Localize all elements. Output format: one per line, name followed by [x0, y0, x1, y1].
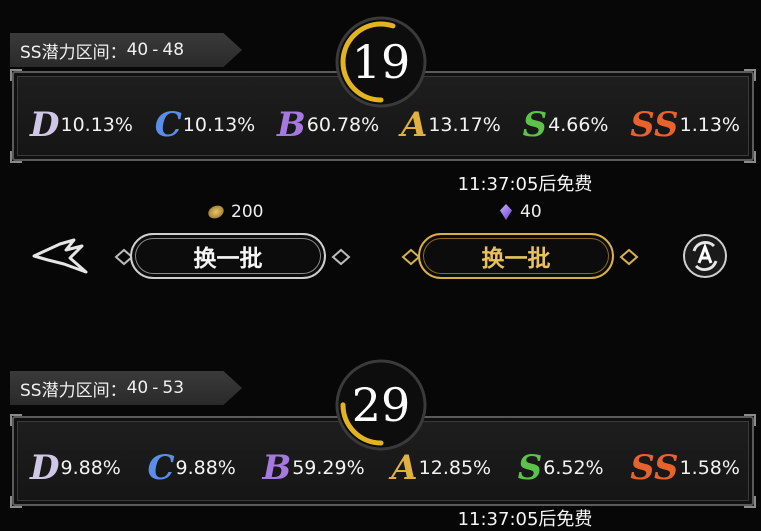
premium-refresh-button[interactable]: 换一批 [418, 233, 614, 279]
rate-c: C 9.88% [147, 451, 235, 485]
gem-cost: 40 [500, 202, 542, 222]
frame-corner [10, 496, 22, 508]
level-number: 29 [351, 378, 411, 432]
range-high: 53 [162, 378, 185, 398]
grade-s-icon: S [522, 105, 548, 145]
potential-panel-1: SS潜力区间： 40 - 48 19 D 10.13% C 10.13% B 60.7… [0, 0, 761, 165]
grade-c-icon: C [154, 105, 182, 145]
range-low: 40 [126, 378, 149, 398]
grade-c-icon: C [147, 448, 175, 488]
level-badge: 19 [333, 14, 429, 110]
range-low: 40 [126, 40, 149, 60]
grade-rates: D 9.88% C 9.88% B 59.29% A 12.85% S 6.52% SS 1… [30, 443, 740, 493]
range-sep: - [152, 378, 159, 398]
ss-range-tag: SS潜力区间： 40 - 48 [10, 33, 242, 67]
range-sep: - [152, 40, 159, 60]
rate-a-pct: 13.17% [428, 114, 501, 136]
grade-a-icon: A [391, 448, 418, 488]
frame-corner [744, 69, 756, 81]
frame-corner [744, 414, 756, 426]
rate-b: B 59.29% [262, 451, 364, 485]
rate-s: S 4.66% [523, 108, 609, 142]
rate-b: B 60.78% [277, 108, 379, 142]
rate-b-pct: 60.78% [306, 114, 380, 136]
grade-s-icon: S [517, 448, 543, 488]
potential-panel-2: SS潜力区间： 40 - 53 29 D 9.88% C 9.88% B 59.29%… [0, 345, 761, 514]
rate-ss-pct: 1.58% [679, 457, 740, 479]
frame-corner [10, 69, 22, 81]
grade-ss-icon: SS [630, 105, 679, 145]
range-label: SS潜力区间： [20, 380, 127, 401]
rate-s-pct: 6.52% [543, 457, 604, 479]
rate-d: D 10.13% [30, 108, 133, 142]
purple-gem-icon [500, 204, 512, 220]
back-arrow-icon[interactable] [30, 236, 90, 276]
rate-c-pct: 9.88% [175, 457, 236, 479]
frame-corner [744, 496, 756, 508]
grade-rates: D 10.13% C 10.13% B 60.78% A 13.17% S 4.66% S… [30, 100, 740, 150]
free-timer: 11:37:05后免费 [457, 509, 593, 530]
grade-a-icon: A [400, 105, 428, 145]
rate-c: C 10.13% [155, 108, 256, 142]
diamond-ornament-icon [331, 248, 351, 266]
range-label: SS潜力区间： [20, 42, 127, 63]
grade-b-icon: B [276, 105, 306, 145]
grade-d-icon: D [30, 105, 60, 145]
frame-corner [10, 414, 22, 426]
rate-c-pct: 10.13% [182, 114, 256, 136]
diamond-ornament-icon [619, 248, 639, 266]
gold-cost-value: 200 [231, 202, 264, 222]
rate-b-pct: 59.29% [292, 457, 365, 479]
grade-ss-icon: SS [630, 448, 679, 488]
level-number: 19 [351, 35, 411, 89]
rate-ss: SS 1.58% [630, 451, 740, 485]
rate-a: A 12.85% [391, 451, 491, 485]
rate-d: D 9.88% [30, 451, 121, 485]
rate-a: A 13.17% [401, 108, 501, 142]
frame-corner [10, 151, 22, 163]
frame-corner [744, 151, 756, 163]
auto-refresh-icon[interactable] [682, 233, 728, 279]
rate-a-pct: 12.85% [418, 457, 492, 479]
ss-range-tag: SS潜力区间： 40 - 53 [10, 371, 242, 405]
rate-s: S 6.52% [518, 451, 604, 485]
gem-cost-value: 40 [520, 202, 542, 222]
rate-s-pct: 4.66% [548, 114, 609, 136]
refresh-button[interactable]: 换一批 [130, 233, 326, 279]
rate-ss-pct: 1.13% [679, 114, 740, 136]
free-timer: 11:37:05后免费 [457, 174, 593, 195]
rate-d-pct: 10.13% [60, 114, 133, 136]
gold-cost: 200 [206, 202, 264, 222]
grade-b-icon: B [262, 448, 292, 488]
rate-d-pct: 9.88% [60, 457, 121, 479]
range-high: 48 [162, 40, 185, 60]
rate-ss: SS 1.13% [630, 108, 740, 142]
grade-d-icon: D [30, 448, 60, 488]
level-badge: 29 [333, 357, 429, 453]
gold-coin-icon [206, 203, 226, 221]
